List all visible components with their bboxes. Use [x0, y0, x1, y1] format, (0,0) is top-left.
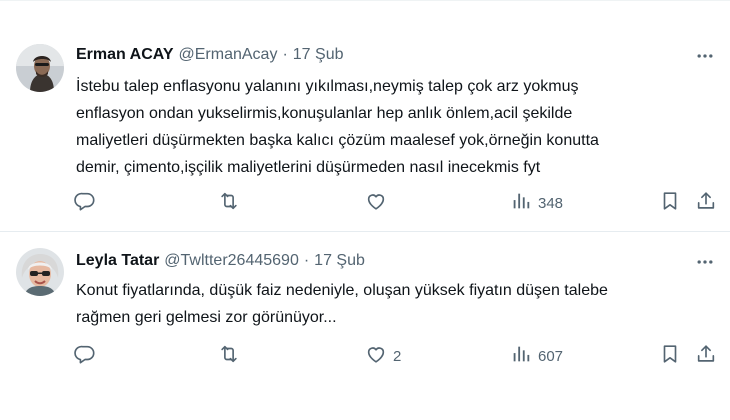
author-name[interactable]: Leyla Tatar	[76, 252, 159, 270]
reply-icon	[74, 343, 96, 369]
tweet[interactable]: Leyla Tatar @Twltter26445690 · 17 Şub Ko…	[0, 232, 730, 420]
views-icon	[510, 343, 532, 369]
bookmark-icon	[659, 190, 681, 216]
tweet-text-line: maliyetleri düşürmekten başka kalıcı çöz…	[76, 132, 599, 149]
tweet-text-line: rağmen geri gelmesi zor görünüyor...	[76, 309, 337, 326]
tweet-text-line: demir, çimento,işçilik maliyetlerini düş…	[76, 159, 541, 176]
author-handle[interactable]: @ErmanAcay	[179, 46, 278, 64]
bookmark-icon	[659, 343, 681, 369]
reply-button[interactable]	[74, 190, 102, 216]
tweet-date[interactable]: 17 Şub	[293, 46, 344, 64]
action-bar: 348	[70, 190, 720, 216]
author-name[interactable]: Erman ACAY	[76, 46, 174, 64]
views-icon	[510, 190, 532, 216]
like-button[interactable]	[365, 190, 393, 216]
separator-dot: ·	[282, 46, 288, 63]
more-icon[interactable]	[694, 45, 716, 67]
share-button[interactable]	[695, 343, 717, 369]
heart-icon	[365, 343, 387, 369]
tweet-text: Konut fiyatlarında, düşük faiz nedeniyle…	[76, 277, 716, 331]
retweet-button[interactable]	[218, 190, 246, 216]
tweet[interactable]: Erman ACAY @ErmanAcay · 17 Şub İstebu ta…	[0, 0, 730, 231]
author-handle[interactable]: @Twltter26445690	[164, 252, 299, 270]
tweet-date[interactable]: 17 Şub	[314, 252, 365, 270]
tweet-header: Leyla Tatar @Twltter26445690 · 17 Şub	[76, 250, 365, 272]
reply-icon	[74, 190, 96, 216]
retweet-icon	[218, 343, 240, 369]
tweet-header: Erman ACAY @ErmanAcay · 17 Şub	[76, 44, 344, 66]
retweet-icon	[218, 190, 240, 216]
view-count: 348	[538, 194, 564, 212]
heart-icon	[365, 190, 387, 216]
avatar[interactable]	[16, 248, 64, 296]
share-icon	[695, 190, 717, 216]
bookmark-button[interactable]	[659, 343, 681, 369]
tweet-text-line: İstebu talep enflasyonu yalanını yıkılma…	[76, 78, 579, 95]
like-count: 2	[393, 347, 402, 365]
tweet-text-line: enflasyon ondan yukselirmis,konuşulanlar…	[76, 105, 573, 122]
retweet-button[interactable]	[218, 343, 246, 369]
share-icon	[695, 343, 717, 369]
avatar[interactable]	[16, 44, 64, 92]
like-button[interactable]: 2	[365, 343, 401, 369]
views-button[interactable]: 348	[510, 190, 563, 216]
views-button[interactable]: 607	[510, 343, 563, 369]
view-count: 607	[538, 347, 564, 365]
action-bar: 2 607	[70, 343, 720, 369]
tweet-text: İstebu talep enflasyonu yalanını yıkılma…	[76, 73, 716, 181]
more-icon[interactable]	[694, 251, 716, 273]
share-button[interactable]	[695, 190, 717, 216]
bookmark-button[interactable]	[659, 190, 681, 216]
reply-button[interactable]	[74, 343, 102, 369]
tweet-text-line: Konut fiyatlarında, düşük faiz nedeniyle…	[76, 282, 608, 299]
separator-dot: ·	[303, 252, 310, 269]
